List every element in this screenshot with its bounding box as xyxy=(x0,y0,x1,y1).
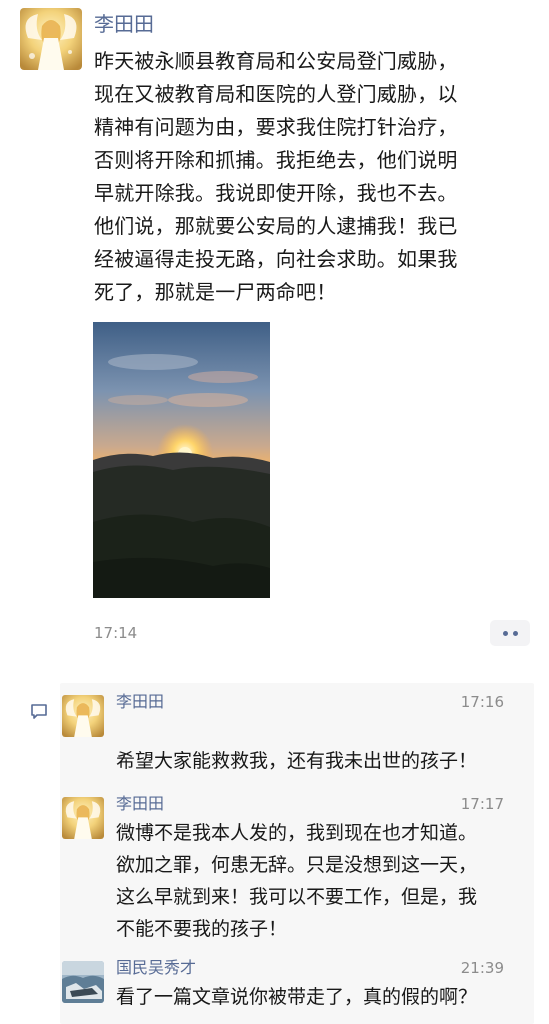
post-text-line: 经被逼得走投无路，向社会求助。如果我 xyxy=(94,247,458,271)
comment-text-line: 欲加之罪，何患无辞。只是没想到这一天， xyxy=(116,854,478,876)
comment-author-name[interactable]: 国民吴秀才 xyxy=(116,957,196,979)
post-author-name[interactable]: 李田田 xyxy=(94,10,154,38)
more-actions-button[interactable] xyxy=(490,620,530,646)
comments-section: 李田田 17:16 希望大家能救救我，还有我未出世的孩子！ 李田田 17:17 … xyxy=(60,683,534,1024)
more-dots-icon xyxy=(502,630,508,636)
comment-author-name[interactable]: 李田田 xyxy=(116,793,164,815)
comment-text-line: 看了一篇文章说你被带走了，真的假的啊？ xyxy=(116,986,478,1008)
comment-avatar[interactable] xyxy=(62,797,104,839)
post-author-avatar[interactable] xyxy=(20,8,82,70)
post-text-line: 死了，那就是一尸两命吧！ xyxy=(94,280,337,304)
comment-text-line: 微博不是我本人发的，我到现在也才知道。 xyxy=(116,822,478,844)
post-photo-sunset[interactable] xyxy=(93,322,270,598)
comment-timestamp: 17:16 xyxy=(460,693,504,711)
comment-author-name[interactable]: 李田田 xyxy=(116,691,164,713)
comment-text: 希望大家能救救我，还有我未出世的孩子！ xyxy=(116,745,521,777)
comment-text-line: 希望大家能救救我，还有我未出世的孩子！ xyxy=(116,750,478,772)
moments-feed: 李田田 昨天被永顺县教育局和公安局登门威胁， 现在又被教育局和医院的人登门威胁，… xyxy=(0,0,549,1024)
post-text-line: 精神有问题为由，要求我住院打针治疗， xyxy=(94,115,458,139)
post-text-line: 否则将开除和抓捕。我拒绝去，他们说明 xyxy=(94,148,458,172)
comment-text: 看了一篇文章说你被带走了，真的假的啊？ xyxy=(116,981,521,1013)
comment-text-line: 这么早就到来！我可以不要工作，但是，我 xyxy=(116,886,478,908)
comment-timestamp: 21:39 xyxy=(460,959,504,977)
comment-text-line: 不能不要我的孩子！ xyxy=(116,918,288,940)
comment-bubble-icon xyxy=(30,703,48,721)
post-text-line: 现在又被教育局和医院的人登门威胁，以 xyxy=(94,82,458,106)
post-text-line: 昨天被永顺县教育局和公安局登门威胁， xyxy=(94,49,458,73)
comment-avatar[interactable] xyxy=(62,695,104,737)
post-text: 昨天被永顺县教育局和公安局登门威胁， 现在又被教育局和医院的人登门威胁，以 精神… xyxy=(94,45,534,309)
post-text-line: 他们说，那就要公安局的人逮捕我！我已 xyxy=(94,214,458,238)
comment-timestamp: 17:17 xyxy=(460,795,504,813)
post-text-line: 早就开除我。我说即使开除，我也不去。 xyxy=(94,181,458,205)
post-timestamp: 17:14 xyxy=(94,624,138,642)
comment-avatar[interactable] xyxy=(62,961,104,1003)
comment-text: 微博不是我本人发的，我到现在也才知道。 欲加之罪，何患无辞。只是没想到这一天， … xyxy=(116,817,521,945)
more-dots-icon xyxy=(512,630,518,636)
